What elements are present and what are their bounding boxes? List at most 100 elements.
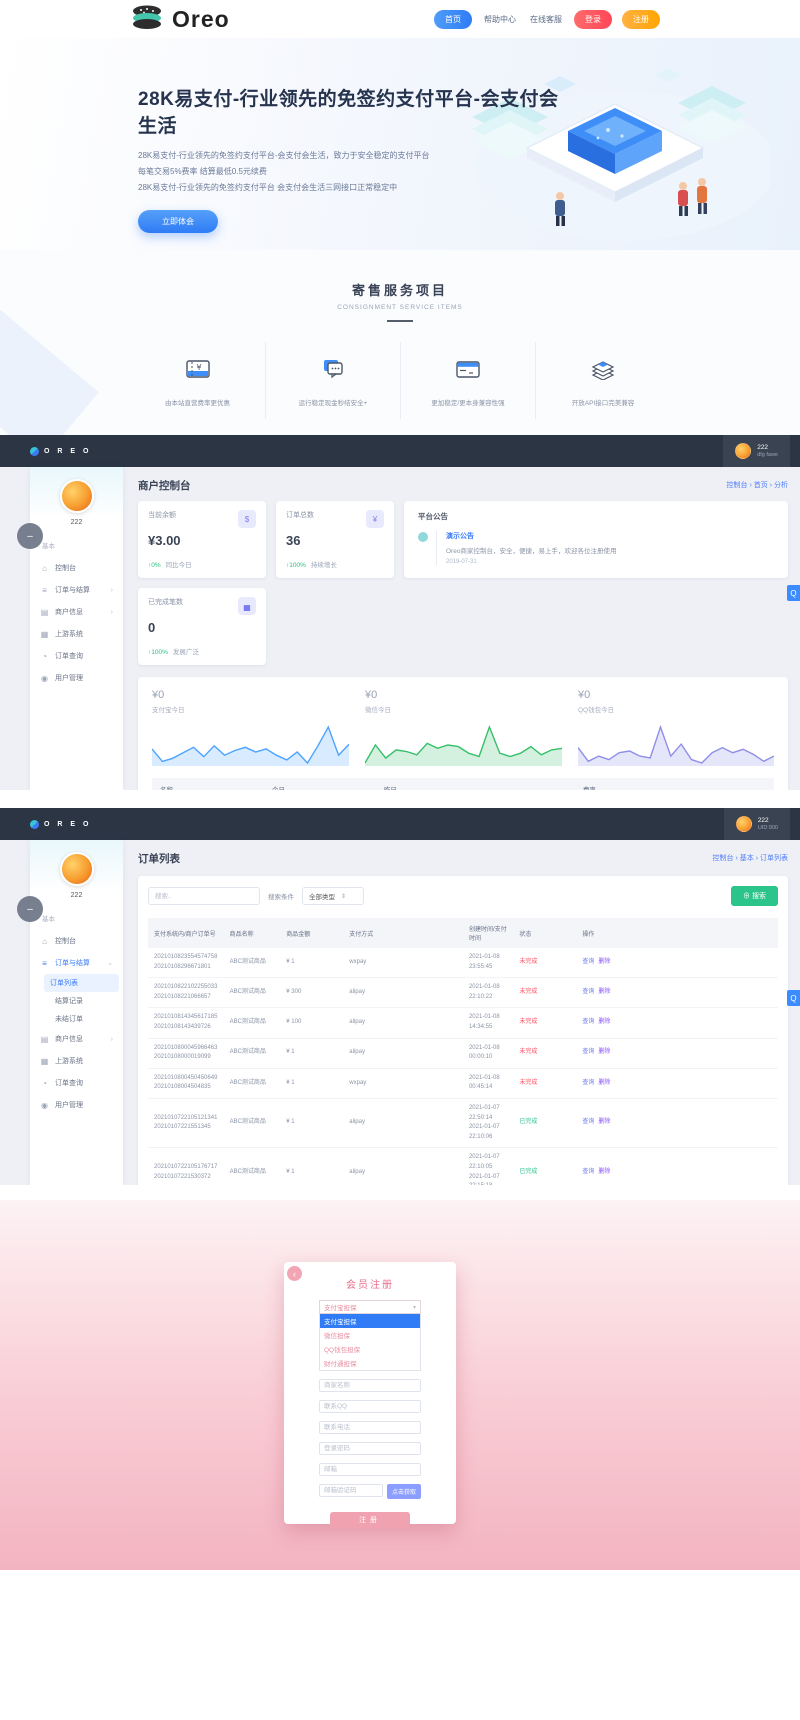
sidebar-item[interactable]: ▤ 商户信息 › [30,601,123,623]
query-link[interactable]: 查询 [582,1049,594,1055]
yen-icon: ¥ [366,510,384,528]
query-link[interactable]: 查询 [582,989,594,995]
dashboard-body: – Q 222 基本 ⌂ 控制台 ≡ 订单与结算 › ▤ 商户信息 › ▦ 上游… [0,467,800,790]
qq-service-tab[interactable]: Q [787,990,800,1006]
chevron-right-icon: › [110,608,113,616]
order-row: 2021010822102255033 20210108221066657 ABC… [148,977,778,1009]
search-button[interactable]: ⊕ 搜索 [731,886,778,906]
announcement-card: 平台公告 演示公告 Oreo商家控制台，安全，便捷，易上手，欢迎各位注册使用 2… [404,501,788,578]
dashboard-navbar: O R E O 222 UID:900 [0,808,800,840]
sidebar-item[interactable]: ⌂ 控制台 [30,557,123,579]
user-menu[interactable]: 222 UID:900 [723,808,790,840]
dashboard-brand[interactable]: O R E O [30,446,91,456]
hero-cta-button[interactable]: 立即体会 [138,210,218,233]
user-menu[interactable]: 222 dfg fawe [723,435,790,467]
services-title: 寄售服务项目 [351,283,448,298]
menu-icon: ▦ [40,1056,49,1066]
register-field[interactable] [319,1400,421,1413]
column-header: 创建时间/支付时间 [462,918,514,948]
nav-item[interactable]: 帮助中心 [482,10,518,29]
sidebar-group-orders[interactable]: ≡ 订单与结算 ⌄ [30,952,123,974]
avatar[interactable] [59,852,94,886]
sidebar-item[interactable]: ◉ 用户管理 [30,667,123,689]
select-option[interactable]: 财付通担保 [320,1356,420,1370]
announcement-link[interactable]: 演示公告 [446,531,616,541]
query-link[interactable]: 查询 [582,1080,594,1086]
query-link[interactable]: 查询 [582,959,594,965]
delete-link[interactable]: 删除 [598,1169,610,1175]
query-link[interactable]: 查询 [582,1169,594,1175]
status-badge: 已完成 [519,1119,538,1126]
sidebar-item[interactable]: ◉ 用户管理 [30,1094,123,1116]
query-link[interactable]: 查询 [582,1119,594,1125]
column-header: 昨日 [375,778,575,790]
menu-icon: ◔ [42,651,47,661]
site-header: Oreo 首页 帮助中心 在线客服 登录 注册 [0,0,800,38]
search-input[interactable] [148,887,260,905]
column-header: 支付系统内/商户订单号 [148,918,224,948]
sidebar-item[interactable]: ◔ 订单查询 [30,645,123,667]
sidebar-item-console[interactable]: ⌂ 控制台 [30,930,123,952]
stat-card-completed: 已完成笔数 ▅ 0 ↑100% 发展广泛 [138,588,266,665]
menu-icon: ◔ [42,1078,47,1088]
back-button[interactable]: ‹ [287,1266,302,1281]
sidebar-collapse-button[interactable]: – [17,896,43,922]
nav-item[interactable]: 注册 [622,9,660,29]
user-name: 222 [757,444,769,452]
divider [387,320,413,322]
menu-icon: ▤ [40,607,49,617]
chart-bar-icon: ▅ [238,597,256,615]
avatar[interactable] [59,479,94,513]
delete-link[interactable]: 删除 [598,1119,610,1125]
register-field[interactable] [319,1463,421,1476]
nav-item[interactable]: 在线客服 [528,10,564,29]
brand-logo[interactable]: Oreo [130,3,230,36]
select-option[interactable]: 微信担保 [320,1328,420,1342]
oreo-dot-icon [30,819,39,829]
stat-value: ¥3.00 [148,533,181,548]
email-code-input[interactable] [319,1484,383,1497]
sidebar-subitem[interactable]: 未结订单 [30,1010,123,1028]
qq-service-tab[interactable]: Q [787,585,800,601]
sidebar-subitem[interactable]: 订单列表 [44,974,119,992]
layers-icon [590,361,616,384]
register-section: ‹ 会员注册 支付宝担保 ▾ 支付宝担保微信担保QQ钱包担保财付通担保 点击获取… [0,1200,800,1570]
sidebar-item[interactable]: ▦ 上游系统 [30,623,123,645]
select-option[interactable]: QQ钱包担保 [320,1342,420,1356]
select-option[interactable]: 支付宝担保 [320,1314,420,1328]
sidebar-item[interactable]: ▤ 商户信息 › [30,1028,123,1050]
sidebar-item[interactable]: ≡ 订单与结算 › [30,579,123,601]
register-submit-button[interactable]: 注册 [330,1512,410,1528]
delete-link[interactable]: 删除 [598,989,610,995]
delete-link[interactable]: 删除 [598,1080,610,1086]
sidebar-collapse-button[interactable]: – [17,523,43,549]
announcement-date: 2019-07-31 [446,559,477,565]
query-link[interactable]: 查询 [582,1019,594,1025]
hero-subtitle: 28K易支付-行业领先的免签约支付平台-会支付会生活，致力于安全稳定的支付平台 … [138,151,430,192]
delete-link[interactable]: 删除 [598,1019,610,1025]
type-select[interactable]: 全部类型 ⇕ [302,887,364,905]
bullet-dot-icon [418,532,428,542]
delete-link[interactable]: 删除 [598,1049,610,1055]
register-field[interactable] [319,1421,421,1434]
nav-item[interactable]: 首页 [434,9,472,29]
section-gap [0,790,800,808]
breadcrumb[interactable]: 控制台 › 基本 › 订单列表 [713,853,788,863]
sparkline-chart: ¥0 QQ钱包今日 [577,689,775,766]
guarantee-select[interactable]: 支付宝担保 ▾ [319,1300,421,1314]
column-header: 商品名称 [223,918,281,948]
sidebar-item[interactable]: ▦ 上游系统 [30,1050,123,1072]
service-item: ¥ 由本站直营费率更优惠 [165,360,230,407]
dashboard-body: – Q 222 基本 ⌂ 控制台 ≡ 订单与结算 ⌄ 订单列表 结算记录 未结订… [0,840,800,1185]
services-subtitle: CONSIGNMENT SERVICE ITEMS [337,304,463,311]
sparkline-chart: ¥0 支付宝今日 [151,689,350,766]
register-field[interactable] [319,1442,421,1455]
breadcrumb[interactable]: 控制台 › 首页 › 分析 [727,480,788,490]
sidebar-subitem[interactable]: 结算记录 [30,992,123,1010]
nav-item[interactable]: 登录 [574,9,612,29]
register-field[interactable] [319,1379,421,1392]
dashboard-brand[interactable]: O R E O [30,819,91,829]
delete-link[interactable]: 删除 [598,959,610,965]
get-code-button[interactable]: 点击获取 [386,1484,421,1499]
sidebar-item[interactable]: ◔ 订单查询 [30,1072,123,1094]
